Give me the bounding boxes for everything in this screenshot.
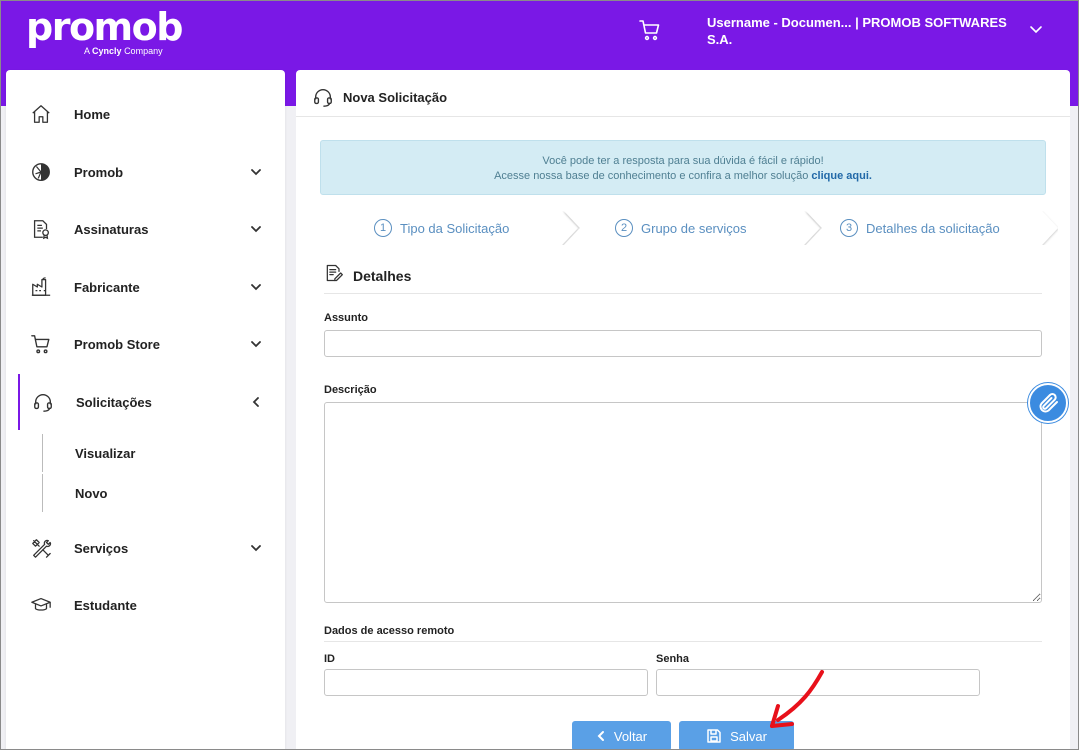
chevron-down-icon (251, 169, 261, 176)
sidebar-item-solicitacoes[interactable]: Solicitações (6, 382, 285, 422)
attach-file-button[interactable] (1028, 383, 1068, 423)
submenu-item-visualizar[interactable]: Visualizar (75, 446, 135, 461)
headset-icon (314, 89, 332, 107)
step-detalhes-solicitacao[interactable]: 3 Detalhes da solicitação (840, 211, 1000, 245)
page-title: Nova Solicitação (343, 90, 448, 105)
sidebar-item-label: Estudante (74, 597, 137, 613)
sidebar-item-label: Solicitações (76, 394, 152, 410)
sidebar: Home Promob Assinaturas Fabricante Promo… (6, 70, 285, 750)
id-input[interactable] (324, 669, 648, 696)
main-panel: Nova Solicitação Você pode ter a respost… (296, 70, 1070, 750)
sidebar-item-home[interactable]: Home (6, 94, 285, 134)
tools-icon (32, 539, 52, 558)
chevron-down-icon (251, 284, 261, 291)
sidebar-item-label: Promob (74, 164, 124, 180)
logo-text: promob (26, 5, 183, 49)
edit-document-icon (326, 264, 343, 282)
chevron-left-icon (252, 397, 259, 407)
info-text-line2: Acesse nossa base de conhecimento e conf… (494, 170, 872, 182)
chevron-down-icon[interactable] (1027, 20, 1045, 38)
sidebar-item-fabricante[interactable]: Fabricante (6, 267, 285, 307)
save-icon (707, 729, 721, 743)
chevron-left-icon (597, 731, 604, 741)
submenu-line (42, 434, 43, 472)
sidebar-item-label: Promob Store (74, 336, 160, 352)
home-icon (32, 105, 50, 123)
knowledge-base-link[interactable]: clique aqui. (811, 170, 872, 182)
sidebar-item-estudante[interactable]: Estudante (6, 585, 285, 625)
back-button[interactable]: Voltar (572, 721, 671, 750)
info-banner: Você pode ter a resposta para sua dúvida… (320, 140, 1046, 195)
assunto-label: Assunto (324, 312, 368, 324)
info-text-line1: Você pode ter a resposta para sua dúvida… (542, 155, 824, 167)
back-button-label: Voltar (613, 728, 648, 744)
assunto-input[interactable] (324, 330, 1042, 357)
sidebar-item-servicos[interactable]: Serviços (6, 528, 285, 568)
factory-icon (31, 277, 51, 296)
submenu-item-novo[interactable]: Novo (75, 486, 108, 501)
panel-header: Nova Solicitação (296, 70, 1070, 117)
cart-icon (31, 335, 50, 354)
id-label: ID (324, 653, 335, 665)
sidebar-item-label: Serviços (74, 540, 129, 556)
chevron-down-icon (251, 341, 261, 348)
remote-access-title: Dados de acesso remoto (324, 625, 455, 637)
annotation-arrow-icon (770, 670, 824, 728)
chevron-down-icon (251, 226, 261, 233)
submenu-line (42, 474, 43, 512)
step-grupo-servicos[interactable]: 2 Grupo de serviços (615, 211, 747, 245)
subscription-icon (33, 220, 49, 240)
graduation-cap-icon (31, 597, 51, 611)
descricao-label: Descrição (324, 384, 377, 396)
step-tipo-solicitacao[interactable]: 1 Tipo da Solicitação (374, 211, 509, 245)
paperclip-icon (1039, 393, 1058, 413)
sidebar-item-label: Home (74, 106, 111, 122)
divider (324, 641, 1042, 642)
descricao-textarea[interactable] (324, 402, 1042, 603)
sidebar-item-label: Fabricante (74, 279, 140, 295)
section-title: Detalhes (353, 268, 412, 284)
sidebar-item-promob[interactable]: Promob (6, 152, 285, 192)
save-button-label: Salvar (730, 728, 767, 744)
sidebar-item-label: Assinaturas (74, 221, 149, 237)
wizard-steps: 1 Tipo da Solicitação 2 Grupo de serviços … (322, 211, 1058, 245)
senha-label: Senha (656, 653, 690, 665)
sidebar-item-assinaturas[interactable]: Assinaturas (6, 209, 285, 249)
logo-subtitle: A Cyncly Company (84, 46, 163, 56)
promob-logo[interactable]: promob A Cyncly Company (26, 5, 183, 56)
details-section-header: Detalhes (324, 263, 1042, 294)
chevron-down-icon (251, 545, 261, 552)
user-account-name[interactable]: Username - Documen... | PROMOB SOFTWARES… (707, 14, 1017, 48)
headset-icon (34, 394, 52, 412)
sidebar-item-promob-store[interactable]: Promob Store (6, 324, 285, 364)
cart-icon[interactable] (638, 18, 662, 42)
promob-icon (32, 163, 50, 181)
